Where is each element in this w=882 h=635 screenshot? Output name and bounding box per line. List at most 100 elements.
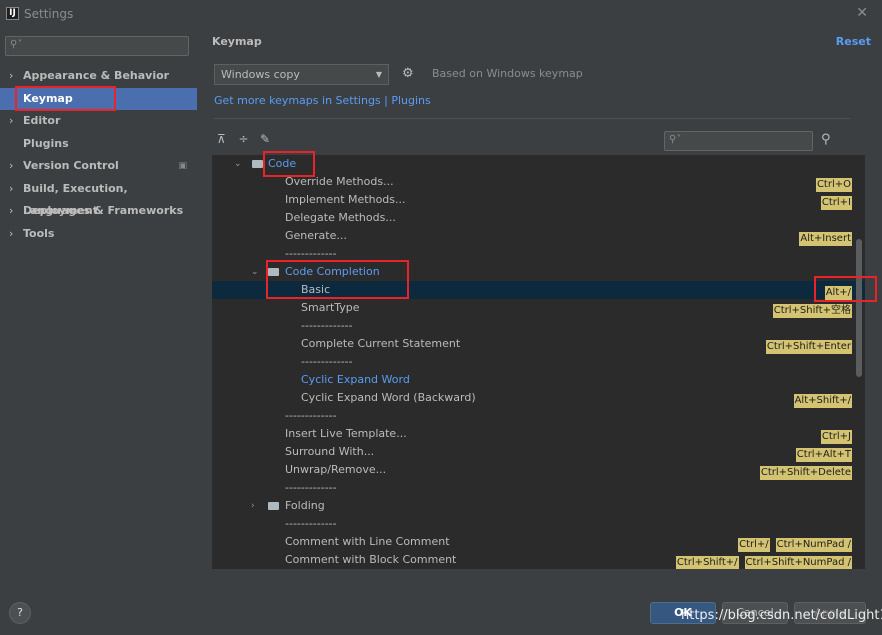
actions-tree[interactable]: ⌄ Code Override Methods... Ctrl+O Implem… [212, 155, 865, 569]
tree-row[interactable]: Cyclic Expand Word [212, 371, 865, 389]
tree-row[interactable]: SmartType Ctrl+Shift+空格 [212, 299, 865, 318]
sidebar-item-editor[interactable]: › Editor [0, 110, 197, 133]
sidebar-item-label: Appearance & Behavior [23, 69, 170, 82]
tree-row[interactable]: Complete Current Statement Ctrl+Shift+En… [212, 335, 865, 354]
close-icon[interactable]: ✕ [856, 5, 868, 21]
folder-icon [252, 160, 263, 168]
shortcut-badge: Ctrl+J [820, 430, 852, 444]
dialog-footer: ? OK Cancel Apply https://blog.csdn.net/… [0, 588, 882, 635]
tree-separator: ------------- [212, 317, 865, 335]
shortcut-badge: Alt+Shift+/ [793, 394, 852, 408]
tree-row[interactable]: Delegate Methods... [212, 209, 865, 227]
shortcut-badge: Ctrl+Shift+Delete [759, 466, 852, 480]
sidebar-item-label: Languages & Frameworks [23, 204, 184, 217]
action-search-input[interactable]: ⚲˅ [664, 131, 813, 151]
tree-separator: ------------- [212, 353, 865, 371]
sidebar-item-label: Tools [23, 226, 55, 240]
tree-row[interactable]: Cyclic Expand Word (Backward) Alt+Shift+… [212, 389, 865, 408]
find-by-shortcut-icon[interactable]: ⚲ [821, 132, 831, 147]
highlight-box-code [263, 151, 315, 177]
shortcut-badge: Ctrl+Shift+/ [675, 556, 739, 569]
tree-separator: ------------- [212, 515, 865, 533]
settings-sidebar: ⚲˅ › Appearance & Behavior Keymap › Editor… [0, 28, 197, 588]
separator-text: ------------- [301, 355, 353, 368]
sidebar-item-build[interactable]: › Build, Execution, Deployment [0, 178, 197, 218]
divider [214, 118, 850, 119]
sidebar-item-tools[interactable]: › Tools [0, 223, 197, 246]
chevron-right-icon: › [251, 501, 255, 511]
shortcut-list: Ctrl+Shift+Delete [754, 463, 852, 480]
folder-icon [268, 502, 279, 510]
expand-all-icon[interactable]: ⊼ [217, 132, 235, 146]
tree-row[interactable]: Comment with Line Comment Ctrl+/ Ctrl+Num… [212, 533, 865, 552]
sidebar-item-version-control[interactable]: › Version Control ▣ [0, 155, 197, 178]
separator-text: ------------- [301, 319, 353, 332]
sidebar-item-plugins[interactable]: Plugins [0, 133, 197, 156]
sidebar-item-appearance[interactable]: › Appearance & Behavior [0, 65, 197, 88]
tree-scrollbar[interactable] [856, 239, 862, 377]
tree-row-folding[interactable]: › Folding [212, 497, 865, 515]
shortcut-list: Ctrl+Shift+空格 [767, 301, 852, 318]
tree-row[interactable]: Unwrap/Remove... Ctrl+Shift+Delete [212, 461, 865, 480]
keymap-dropdown[interactable]: Windows copy ▼ [214, 64, 389, 85]
sidebar-item-label: Plugins [23, 136, 69, 150]
help-button[interactable]: ? [9, 602, 31, 624]
tree-row[interactable]: Comment with Block Comment Ctrl+Shift+/C… [212, 551, 865, 569]
shortcut-list: Ctrl+O [810, 175, 852, 192]
highlight-box-keymap [15, 86, 116, 111]
shortcut-list: Ctrl+J [815, 427, 852, 444]
tree-row-label: Complete Current Statement [301, 337, 461, 350]
page-title: Keymap [212, 35, 262, 48]
chevron-right-icon: › [9, 204, 14, 217]
sidebar-item-languages[interactable]: › Languages & Frameworks [0, 200, 197, 223]
tree-row-label: Folding [285, 499, 325, 512]
separator-text: ------------- [285, 481, 337, 494]
shortcut-badge: Ctrl+Shift+空格 [772, 304, 852, 318]
separator-text: ------------- [285, 517, 337, 530]
settings-search-input[interactable]: ⚲˅ [5, 36, 189, 56]
tree-row-label: Delegate Methods... [285, 211, 396, 224]
tree-row-label: Generate... [285, 229, 347, 242]
tree-separator: ------------- [212, 407, 865, 425]
title-bar: IJ Settings ✕ [0, 0, 882, 28]
tree-row-label: SmartType [301, 301, 360, 314]
shortcut-list: Alt+Insert [793, 229, 852, 246]
tree-row-label: Implement Methods... [285, 193, 406, 206]
chevron-right-icon: › [9, 159, 14, 172]
tree-row[interactable]: Generate... Alt+Insert [212, 227, 865, 246]
shortcut-list: Ctrl+/ Ctrl+NumPad / [732, 535, 852, 552]
reset-button[interactable]: Reset [836, 35, 871, 48]
tree-row[interactable]: Implement Methods... Ctrl+I [212, 191, 865, 210]
highlight-box-code-completion [266, 260, 409, 299]
shortcut-badge: Ctrl+O [815, 178, 852, 192]
shortcut-badge: Ctrl+I [820, 196, 852, 210]
tree-row-label: Comment with Line Comment [285, 535, 450, 548]
highlight-box-shortcut [814, 276, 877, 302]
chevron-right-icon: › [9, 181, 14, 195]
tree-row[interactable]: Surround With... Ctrl+Alt+T [212, 443, 865, 462]
shortcut-list: Ctrl+Shift+Enter [760, 337, 852, 354]
shortcut-badge: Ctrl+Shift+Enter [765, 340, 852, 354]
keymap-panel: Keymap Reset Windows copy ▼ ⚙ Based on W… [197, 28, 882, 588]
shortcut-list: Alt+Shift+/ [788, 391, 852, 408]
shortcut-badge: Alt+Insert [799, 232, 852, 246]
more-keymaps-link[interactable]: Get more keymaps in Settings | Plugins [214, 94, 431, 107]
collapse-all-icon[interactable]: ÷ [239, 132, 257, 146]
chevron-down-icon: ▼ [375, 70, 382, 79]
project-level-icon: ▣ [178, 161, 187, 171]
tree-row-label: Cyclic Expand Word [301, 373, 410, 386]
tree-separator: ------------- [212, 479, 865, 497]
shortcut-badge: Ctrl+Shift+NumPad / [744, 556, 852, 569]
edit-pencil-icon[interactable]: ✎ [260, 132, 278, 146]
keymap-dropdown-value: Windows copy [221, 68, 300, 81]
tree-row-label: Surround With... [285, 445, 375, 458]
shortcut-list: Ctrl+Alt+T [790, 445, 852, 462]
shortcut-list: Ctrl+I [815, 193, 852, 210]
tree-row[interactable]: Insert Live Template... Ctrl+J [212, 425, 865, 444]
tree-row-label: Insert Live Template... [285, 427, 407, 440]
chevron-right-icon: › [9, 69, 14, 82]
gear-icon[interactable]: ⚙ [402, 66, 414, 81]
shortcut-list: Ctrl+Shift+/ Ctrl+Shift+NumPad / [670, 553, 852, 569]
tree-toolbar: ⊼ ÷ ✎ [217, 132, 278, 146]
shortcut-badge: Ctrl+NumPad / [775, 538, 852, 552]
